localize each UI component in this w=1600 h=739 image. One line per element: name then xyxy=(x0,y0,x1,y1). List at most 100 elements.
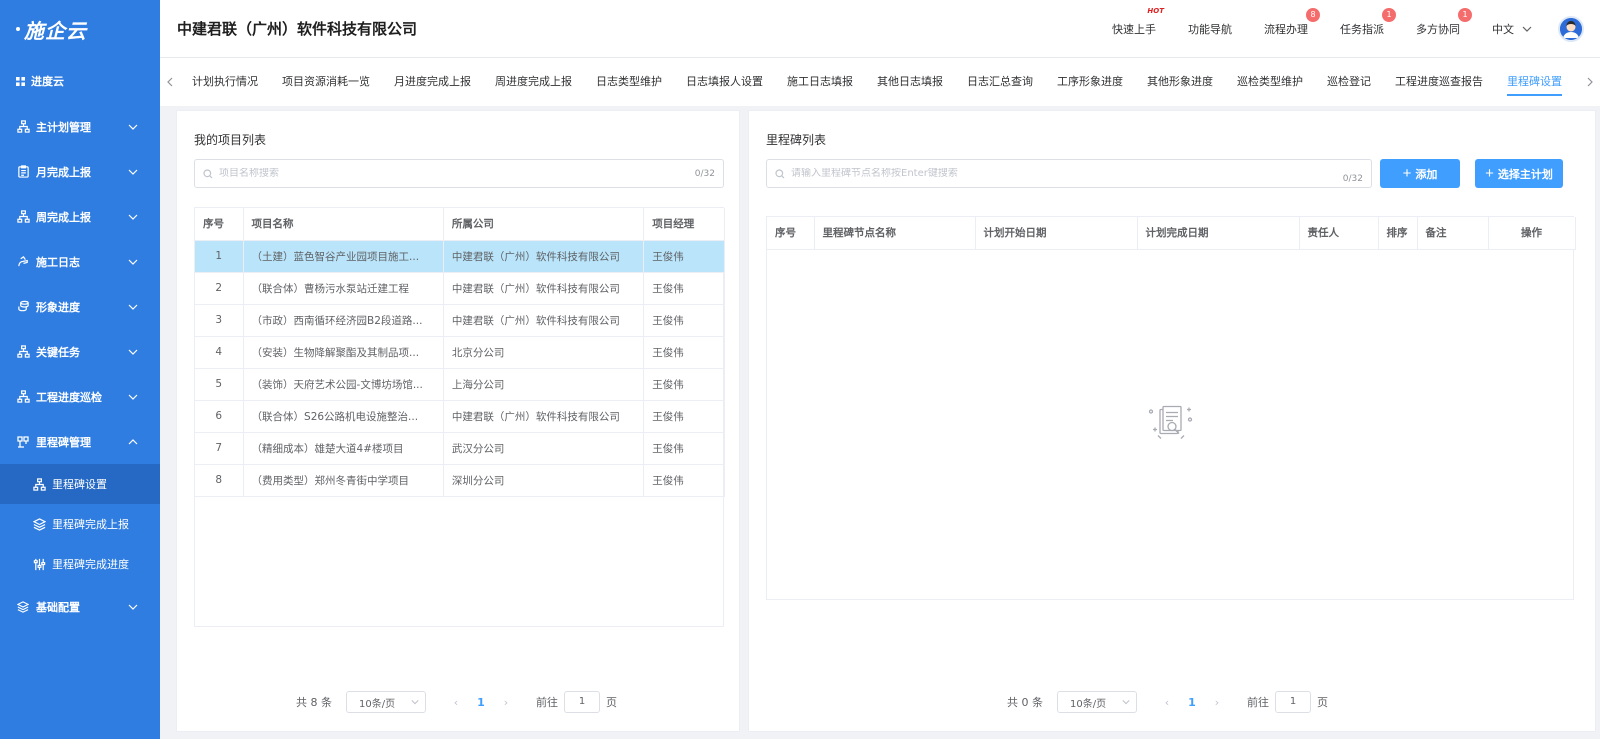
sidebar-item-label: 月完成上报 xyxy=(36,165,91,179)
function-nav-link[interactable]: 功能导航 xyxy=(1188,21,1232,37)
column-header: 项目名称 xyxy=(243,208,444,241)
tab-scroll-left[interactable] xyxy=(160,58,180,106)
header-nav-label: 快速上手 xyxy=(1112,22,1156,36)
chevron-up-icon xyxy=(128,438,138,444)
tab-item[interactable]: 其他日志填报 xyxy=(865,58,955,106)
tab-item[interactable]: 工程进度巡查报告 xyxy=(1383,58,1495,106)
table-row[interactable]: 6 （联合体）S26公路机电设施整治... 中建君联（广州）软件科技有限公司 王俊伟 xyxy=(195,400,725,433)
collaboration-link[interactable]: 多方协同 1 xyxy=(1416,7,1472,37)
table-row[interactable]: 4 （安装）生物降解聚酯及其制品项... 北京分公司 王俊伟 xyxy=(195,336,725,369)
sidebar-item-label: 施工日志 xyxy=(36,255,80,269)
column-header: 责任人 xyxy=(1299,217,1379,250)
tab-scroll-right[interactable] xyxy=(1580,58,1600,106)
sidebar-top-item[interactable]: 进度云 xyxy=(0,58,160,104)
goto-page-input[interactable]: 1 xyxy=(1275,691,1311,713)
table-row[interactable]: 2 （联合体）曹杨污水泵站迁建工程 中建君联（广州）软件科技有限公司 王俊伟 xyxy=(195,272,725,305)
avatar[interactable] xyxy=(1558,15,1584,42)
current-page[interactable]: 1 xyxy=(1177,696,1207,709)
sidebar-item-construction-log[interactable]: 施工日志 xyxy=(0,239,160,284)
task-assign-link[interactable]: 任务指派 1 xyxy=(1340,7,1396,37)
page-size-select[interactable]: 10条/页 xyxy=(346,691,426,713)
prev-page-button[interactable]: ‹ xyxy=(446,696,466,709)
current-page[interactable]: 1 xyxy=(466,696,496,709)
coins-icon xyxy=(16,300,30,314)
milestone-search[interactable]: 0/32 xyxy=(766,159,1372,188)
tab-item[interactable]: 里程碑设置 xyxy=(1495,58,1574,106)
project-search[interactable]: 0/32 xyxy=(194,159,724,188)
table-row[interactable]: 3 （市政）西南循环经济园B2段道路... 中建君联（广州）软件科技有限公司 王俊伟 xyxy=(195,304,725,337)
table-row[interactable]: 1 （土建）蓝色智谷产业园项目施工... 中建君联（广州）软件科技有限公司 王俊伟 xyxy=(195,240,725,273)
logo[interactable]: 施企云 xyxy=(0,0,160,58)
tab-item[interactable]: 巡检类型维护 xyxy=(1225,58,1315,106)
table-cell: 王俊伟 xyxy=(643,304,725,337)
column-header: 排序 xyxy=(1378,217,1418,250)
header-nav: 快速上手 HOT 功能导航 流程办理 8 任务指派 1 多方协同 1 中文 xyxy=(1112,7,1600,42)
table-cell: 王俊伟 xyxy=(643,432,725,465)
table-cell: 深圳分公司 xyxy=(443,464,645,497)
column-header: 序号 xyxy=(195,208,244,241)
table-cell: 王俊伟 xyxy=(643,336,725,369)
table-cell: 4 xyxy=(195,336,244,369)
next-page-button[interactable]: › xyxy=(496,696,516,709)
plus-icon: + xyxy=(1402,165,1412,182)
chevron-down-icon xyxy=(128,214,138,220)
chevron-left-icon xyxy=(167,77,173,87)
org-chart-icon xyxy=(16,120,30,134)
sidebar-subitem-milestone-report[interactable]: 里程碑完成上报 xyxy=(0,504,160,544)
page-unit: 页 xyxy=(1317,696,1328,709)
tab-item[interactable]: 月进度完成上报 xyxy=(382,58,483,106)
tab-item[interactable]: 日志汇总查询 xyxy=(955,58,1045,106)
quick-start-link[interactable]: 快速上手 HOT xyxy=(1112,7,1164,37)
chevron-down-icon xyxy=(128,124,138,130)
column-header: 操作 xyxy=(1488,217,1576,250)
sidebar-item-weekly-report[interactable]: 周完成上报 xyxy=(0,194,160,239)
sidebar-item-milestone-management[interactable]: 里程碑管理 xyxy=(0,419,160,464)
tab-item[interactable]: 工序形象进度 xyxy=(1045,58,1135,106)
tab-item[interactable]: 巡检登记 xyxy=(1315,58,1383,106)
page-size-label: 10条/页 xyxy=(359,698,396,710)
pager-total: 共 0 条 xyxy=(1007,696,1043,709)
project-search-input[interactable] xyxy=(219,168,695,179)
table-row[interactable]: 7 （精细成本）雄楚大道4#楼项目 武汉分公司 王俊伟 xyxy=(195,432,725,465)
tab-item[interactable]: 其他形象进度 xyxy=(1135,58,1225,106)
sliders-icon xyxy=(32,557,46,571)
sidebar-subitem-milestone-progress[interactable]: 里程碑完成进度 xyxy=(0,544,160,584)
table-row[interactable]: 8 （费用类型）郑州冬青街中学项目 深圳分公司 王俊伟 xyxy=(195,464,725,497)
tab-item[interactable]: 周进度完成上报 xyxy=(483,58,584,106)
milestone-search-input[interactable] xyxy=(791,168,1343,179)
prev-page-button[interactable]: ‹ xyxy=(1157,696,1177,709)
sidebar-item-basic-config[interactable]: 基础配置 xyxy=(0,584,160,629)
sidebar-subitem-milestone-settings[interactable]: 里程碑设置 xyxy=(0,464,160,504)
table-row[interactable]: 5 （装饰）天府艺术公园-文博坊场馆... 上海分公司 王俊伟 xyxy=(195,368,725,401)
sidebar-item-progress-inspection[interactable]: 工程进度巡检 xyxy=(0,374,160,419)
sidebar-item-label: 工程进度巡检 xyxy=(36,390,102,404)
table-cell: （费用类型）郑州冬青街中学项目 xyxy=(243,464,444,497)
add-button-label: 添加 xyxy=(1415,168,1438,181)
next-page-button[interactable]: › xyxy=(1207,696,1227,709)
logo-dot xyxy=(16,27,20,31)
table-cell: 中建君联（广州）软件科技有限公司 xyxy=(443,400,645,433)
tab-item[interactable]: 日志填报人设置 xyxy=(674,58,775,106)
table-cell: 王俊伟 xyxy=(643,368,725,401)
sidebar-item-key-tasks[interactable]: 关键任务 xyxy=(0,329,160,374)
tab-item[interactable]: 项目资源消耗一览 xyxy=(270,58,382,106)
add-button[interactable]: + 添加 xyxy=(1380,159,1460,188)
milestone-table-wrap: 序号 里程碑节点名称 计划开始日期 计划完成日期 责任人 排序 备注 操作 xyxy=(766,216,1576,600)
tab-item[interactable]: 日志类型维护 xyxy=(584,58,674,106)
tab-bar: 计划执行情况 项目资源消耗一览 月进度完成上报 周进度完成上报 日志类型维护 日志填报人设… xyxy=(160,58,1600,106)
table-cell: （精细成本）雄楚大道4#楼项目 xyxy=(243,432,444,465)
chevron-right-icon xyxy=(1587,77,1593,87)
sidebar-item-master-plan[interactable]: 主计划管理 xyxy=(0,104,160,149)
tab-item[interactable]: 施工日志填报 xyxy=(775,58,865,106)
goto-page-input[interactable]: 1 xyxy=(564,691,600,713)
sidebar-item-monthly-report[interactable]: 月完成上报 xyxy=(0,149,160,194)
page-size-select[interactable]: 10条/页 xyxy=(1057,691,1137,713)
sidebar-item-image-progress[interactable]: 形象进度 xyxy=(0,284,160,329)
select-master-plan-button[interactable]: + 选择主计划 xyxy=(1475,159,1563,188)
project-table-wrap: 序号 项目名称 所属公司 项目经理 1 （土建）蓝色智谷产业园项目施工... 中建君… xyxy=(194,207,725,627)
language-select[interactable]: 中文 xyxy=(1492,21,1532,37)
table-cell: （安装）生物降解聚酯及其制品项... xyxy=(243,336,444,369)
pagination: 共 8 条 10条/页 ‹ 1 › 前往 1 页 xyxy=(296,691,617,713)
tab-item[interactable]: 计划执行情况 xyxy=(180,58,270,106)
workflow-link[interactable]: 流程办理 8 xyxy=(1264,7,1320,37)
